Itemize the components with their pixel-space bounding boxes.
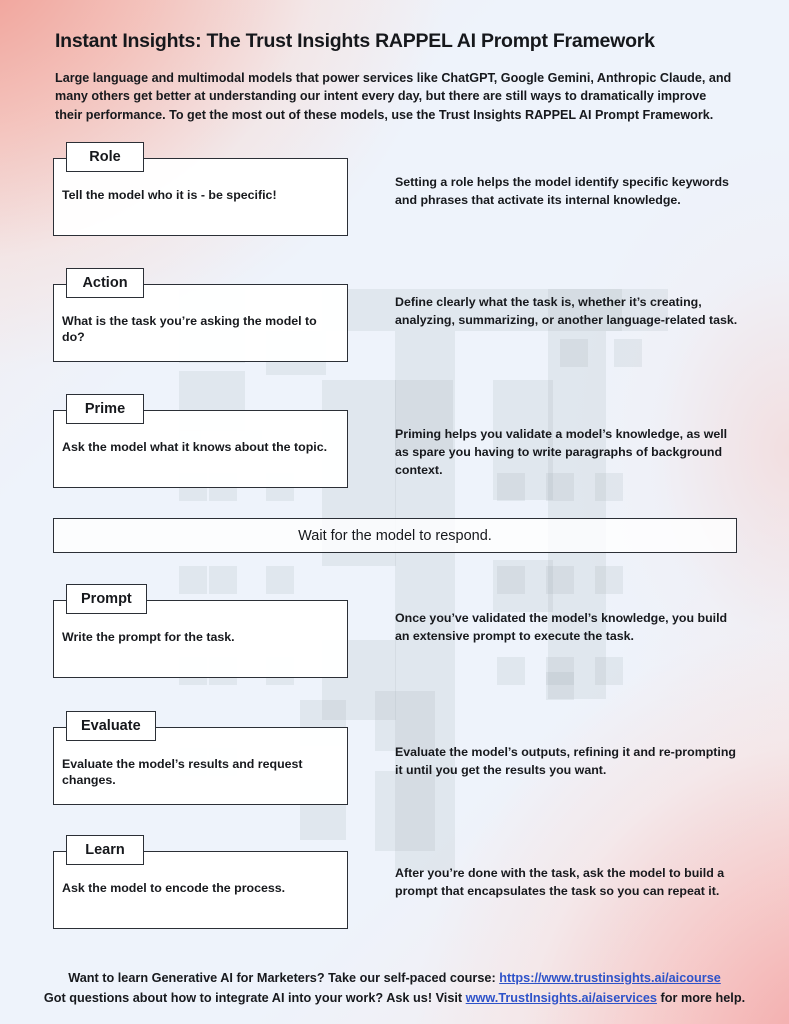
step-action-tab: Action: [66, 268, 144, 298]
step-learn-box-text: Ask the model to encode the process.: [62, 881, 286, 895]
footer-line-1-text: Want to learn Generative AI for Marketer…: [68, 971, 500, 985]
step-role-box: Role Tell the model who it is - be speci…: [53, 142, 348, 236]
footer-line-2-suffix: for more help.: [656, 990, 746, 1005]
step-evaluate-box: Evaluate Evaluate the model’s results an…: [53, 711, 348, 805]
step-role-box-text: Tell the model who it is - be specific!: [62, 188, 277, 202]
step-prime-description: Priming helps you validate a model’s kno…: [395, 427, 728, 477]
step-learn-description: After you’re done with the task, ask the…: [395, 866, 725, 898]
step-action-box-text: What is the task you’re asking the model…: [62, 314, 317, 344]
step-evaluate-label: Evaluate: [81, 718, 141, 734]
footer-line-2: Got questions about how to integrate AI …: [0, 989, 789, 1009]
step-action-label: Action: [82, 275, 128, 291]
footer-line-1: Want to learn Generative AI for Marketer…: [0, 969, 789, 989]
step-prompt-box-text: Write the prompt for the task.: [62, 630, 235, 644]
wait-bar: Wait for the model to respond.: [53, 518, 737, 553]
course-link[interactable]: https://www.trustinsights.ai/aicourse: [499, 971, 721, 985]
page-title: Instant Insights: The Trust Insights RAP…: [55, 30, 655, 52]
step-action-box: Action What is the task you’re asking th…: [53, 268, 348, 362]
step-prime-box-text: Ask the model what it knows about the to…: [62, 440, 328, 454]
step-role-label: Role: [89, 149, 121, 165]
infographic-page: Instant Insights: The Trust Insights RAP…: [0, 0, 789, 1024]
footer-line-2-text: Got questions about how to integrate AI …: [43, 990, 466, 1005]
wait-bar-text: Wait for the model to respond.: [298, 527, 492, 544]
step-prompt-label: Prompt: [81, 591, 132, 607]
step-evaluate-tab: Evaluate: [66, 711, 156, 741]
step-role-tab: Role: [66, 142, 144, 172]
content-layer: Instant Insights: The Trust Insights RAP…: [0, 0, 789, 1024]
step-prompt-description: Once you’ve validated the model’s knowle…: [395, 611, 728, 643]
footer: Want to learn Generative AI for Marketer…: [0, 969, 789, 1008]
intro-paragraph: Large language and multimodal models tha…: [55, 71, 732, 122]
step-action-description: Define clearly what the task is, whether…: [395, 295, 738, 327]
step-evaluate-box-text: Evaluate the model’s results and request…: [62, 757, 303, 787]
step-prime-box: Prime Ask the model what it knows about …: [53, 394, 348, 488]
step-role-description: Setting a role helps the model identify …: [395, 175, 729, 207]
step-prime-tab: Prime: [66, 394, 144, 424]
step-prompt-box: Prompt Write the prompt for the task.: [53, 584, 348, 678]
step-prime-label: Prime: [84, 401, 126, 417]
step-evaluate-description: Evaluate the model’s outputs, refining i…: [395, 745, 736, 777]
step-learn-label: Learn: [85, 842, 125, 858]
step-learn-box: Learn Ask the model to encode the proces…: [53, 835, 348, 929]
step-learn-tab: Learn: [66, 835, 144, 865]
services-link[interactable]: www.TrustInsights.ai/aiservices: [466, 991, 657, 1005]
step-prompt-tab: Prompt: [66, 584, 147, 614]
